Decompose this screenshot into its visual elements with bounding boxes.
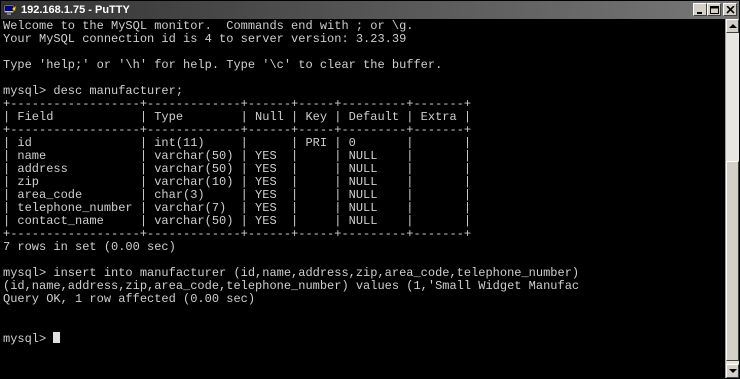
arrow-up-icon: [729, 24, 737, 28]
putty-window: 192.168.1.75 - PuTTY Welcome to the MySQ…: [0, 0, 740, 379]
terminal-line: | telephone_number | varchar(7) | YES | …: [3, 201, 472, 215]
terminal-output: Welcome to the MySQL monitor. Commands e…: [3, 20, 579, 346]
vertical-scrollbar[interactable]: [725, 19, 739, 378]
maximize-button[interactable]: [707, 3, 721, 16]
text-cursor: [53, 332, 61, 343]
terminal-line: | contact_name | varchar(50) | YES | | N…: [3, 214, 472, 228]
terminal-line: | name | varchar(50) | YES | | NULL | |: [3, 149, 472, 163]
terminal-line: | Field | Type | Null | Key | Default | …: [3, 110, 472, 124]
close-icon: [726, 6, 735, 14]
terminal-line: Query OK, 1 row affected (0.00 sec): [3, 292, 256, 306]
window-title: 192.168.1.75 - PuTTY: [21, 4, 130, 16]
arrow-down-icon: [729, 369, 737, 373]
terminal-line: (id,name,address,zip,area_code,telephone…: [3, 279, 580, 293]
terminal-line: Type 'help;' or '\h' for help. Type '\c'…: [3, 58, 443, 72]
terminal-line: | id | int(11) | | PRI | 0 | |: [3, 136, 472, 150]
minimize-icon: [697, 12, 702, 14]
scroll-up-button[interactable]: [726, 19, 739, 33]
terminal-line: mysql>: [3, 332, 54, 346]
terminal-line: | area_code | char(3) | YES | | NULL | |: [3, 188, 472, 202]
terminal-line: mysql> insert into manufacturer (id,name…: [3, 266, 580, 280]
terminal-area[interactable]: Welcome to the MySQL monitor. Commands e…: [1, 19, 725, 378]
terminal-line: 7 rows in set (0.00 sec): [3, 240, 176, 254]
close-button[interactable]: [723, 3, 737, 16]
minimize-button[interactable]: [693, 3, 707, 16]
terminal-line: mysql> desc manufacturer;: [3, 84, 184, 98]
terminal-line: Welcome to the MySQL monitor. Commands e…: [3, 19, 414, 33]
putty-terminal-icon[interactable]: [3, 3, 17, 17]
maximize-icon: [710, 6, 719, 14]
terminal-line: | address | varchar(50) | YES | | NULL |…: [3, 162, 472, 176]
title-bar[interactable]: 192.168.1.75 - PuTTY: [1, 1, 739, 19]
terminal-line: +------------------+-------------+------…: [3, 97, 472, 111]
terminal-line: | zip | varchar(10) | YES | | NULL | |: [3, 175, 472, 189]
scroll-down-button[interactable]: [726, 364, 739, 378]
terminal-line: +------------------+-------------+------…: [3, 227, 472, 241]
terminal-line: +------------------+-------------+------…: [3, 123, 472, 137]
terminal-lines: Welcome to the MySQL monitor. Commands e…: [3, 19, 579, 346]
terminal-line: Your MySQL connection id is 4 to server …: [3, 32, 407, 46]
scroll-thumb[interactable]: [726, 161, 739, 361]
